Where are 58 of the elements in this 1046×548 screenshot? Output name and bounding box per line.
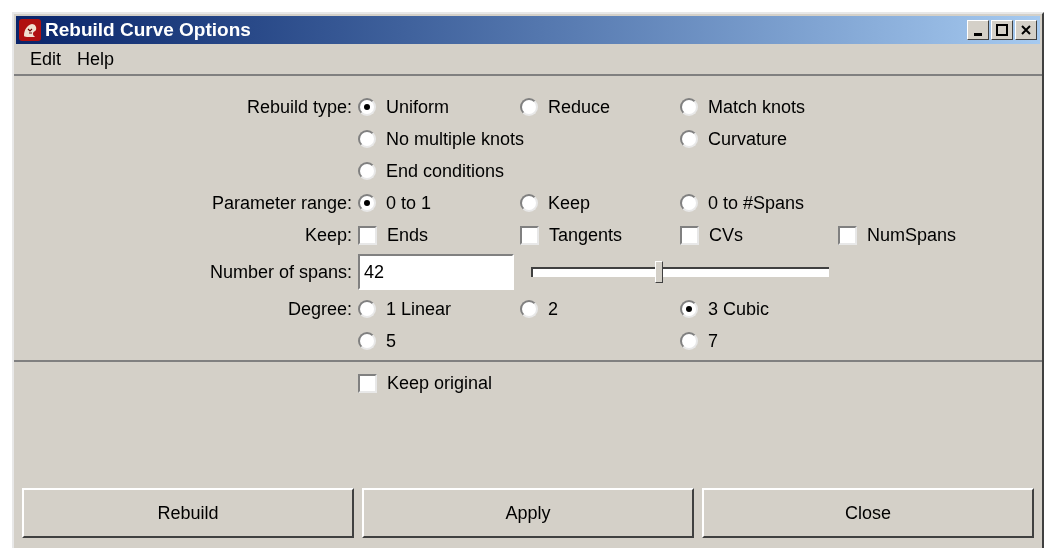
checkbox[interactable] bbox=[520, 225, 539, 245]
dialog-button[interactable]: Rebuild bbox=[22, 488, 354, 538]
radio-button[interactable] bbox=[520, 194, 538, 212]
radio-label: 7 bbox=[708, 329, 718, 353]
radio-button[interactable] bbox=[680, 130, 698, 148]
checkbox-label: Ends bbox=[387, 223, 429, 247]
menu-item[interactable]: Edit bbox=[24, 45, 68, 73]
radio-label: 0 to 1 bbox=[386, 191, 432, 215]
spans-input-field[interactable]: 42 bbox=[358, 254, 514, 290]
window-title: Rebuild Curve Options bbox=[45, 17, 251, 42]
field-label: Rebuild type: bbox=[246, 95, 352, 119]
radio-button[interactable] bbox=[358, 300, 376, 318]
checkbox[interactable] bbox=[680, 225, 699, 245]
radio-button[interactable] bbox=[358, 98, 376, 116]
radio-label: Curvature bbox=[708, 127, 788, 151]
slider-thumb[interactable] bbox=[655, 261, 664, 283]
radio-button[interactable] bbox=[358, 194, 376, 212]
radio-label: Keep bbox=[548, 191, 591, 215]
radio-label: Match knots bbox=[708, 95, 806, 119]
radio-label: No multiple knots bbox=[386, 127, 525, 151]
minimize-icon bbox=[974, 32, 982, 36]
maximize-icon bbox=[996, 24, 1008, 36]
radio-button[interactable] bbox=[680, 332, 698, 350]
minimize-button[interactable] bbox=[967, 20, 989, 40]
checkbox[interactable] bbox=[358, 373, 377, 393]
radio-label: 2 bbox=[548, 297, 558, 321]
radio-label: 5 bbox=[386, 329, 396, 353]
radio-label: Reduce bbox=[548, 95, 611, 119]
radio-button[interactable] bbox=[680, 98, 698, 116]
checkbox-label: Keep original bbox=[387, 371, 493, 395]
checkbox-label: CVs bbox=[709, 223, 743, 247]
radio-label: 3 Cubic bbox=[708, 297, 770, 321]
radio-label: Uniform bbox=[386, 95, 449, 119]
close-icon bbox=[1020, 24, 1032, 36]
radio-button[interactable] bbox=[358, 332, 376, 350]
menu-item[interactable]: Help bbox=[71, 45, 121, 73]
field-label: Degree: bbox=[287, 297, 352, 321]
radio-button[interactable] bbox=[680, 300, 698, 318]
checkbox-label: Tangents bbox=[549, 223, 623, 247]
dialog-button[interactable]: Close bbox=[702, 488, 1034, 538]
radio-button[interactable] bbox=[358, 162, 376, 180]
checkbox[interactable] bbox=[838, 225, 857, 245]
radio-label: 1 Linear bbox=[386, 297, 452, 321]
radio-button[interactable] bbox=[358, 130, 376, 148]
field-label: Keep: bbox=[304, 223, 352, 247]
radio-button[interactable] bbox=[520, 98, 538, 116]
maximize-button[interactable] bbox=[991, 20, 1013, 40]
close-button[interactable] bbox=[1015, 20, 1037, 40]
radio-button[interactable] bbox=[680, 194, 698, 212]
app-logo-icon bbox=[19, 19, 41, 41]
checkbox-label: NumSpans bbox=[867, 223, 957, 247]
radio-label: End conditions bbox=[386, 159, 505, 183]
checkbox[interactable] bbox=[358, 225, 377, 245]
field-label: Number of spans: bbox=[209, 260, 352, 284]
dialog-button[interactable]: Apply bbox=[362, 488, 694, 538]
radio-button[interactable] bbox=[520, 300, 538, 318]
field-label: Parameter range: bbox=[211, 191, 352, 215]
radio-label: 0 to #Spans bbox=[708, 191, 805, 215]
